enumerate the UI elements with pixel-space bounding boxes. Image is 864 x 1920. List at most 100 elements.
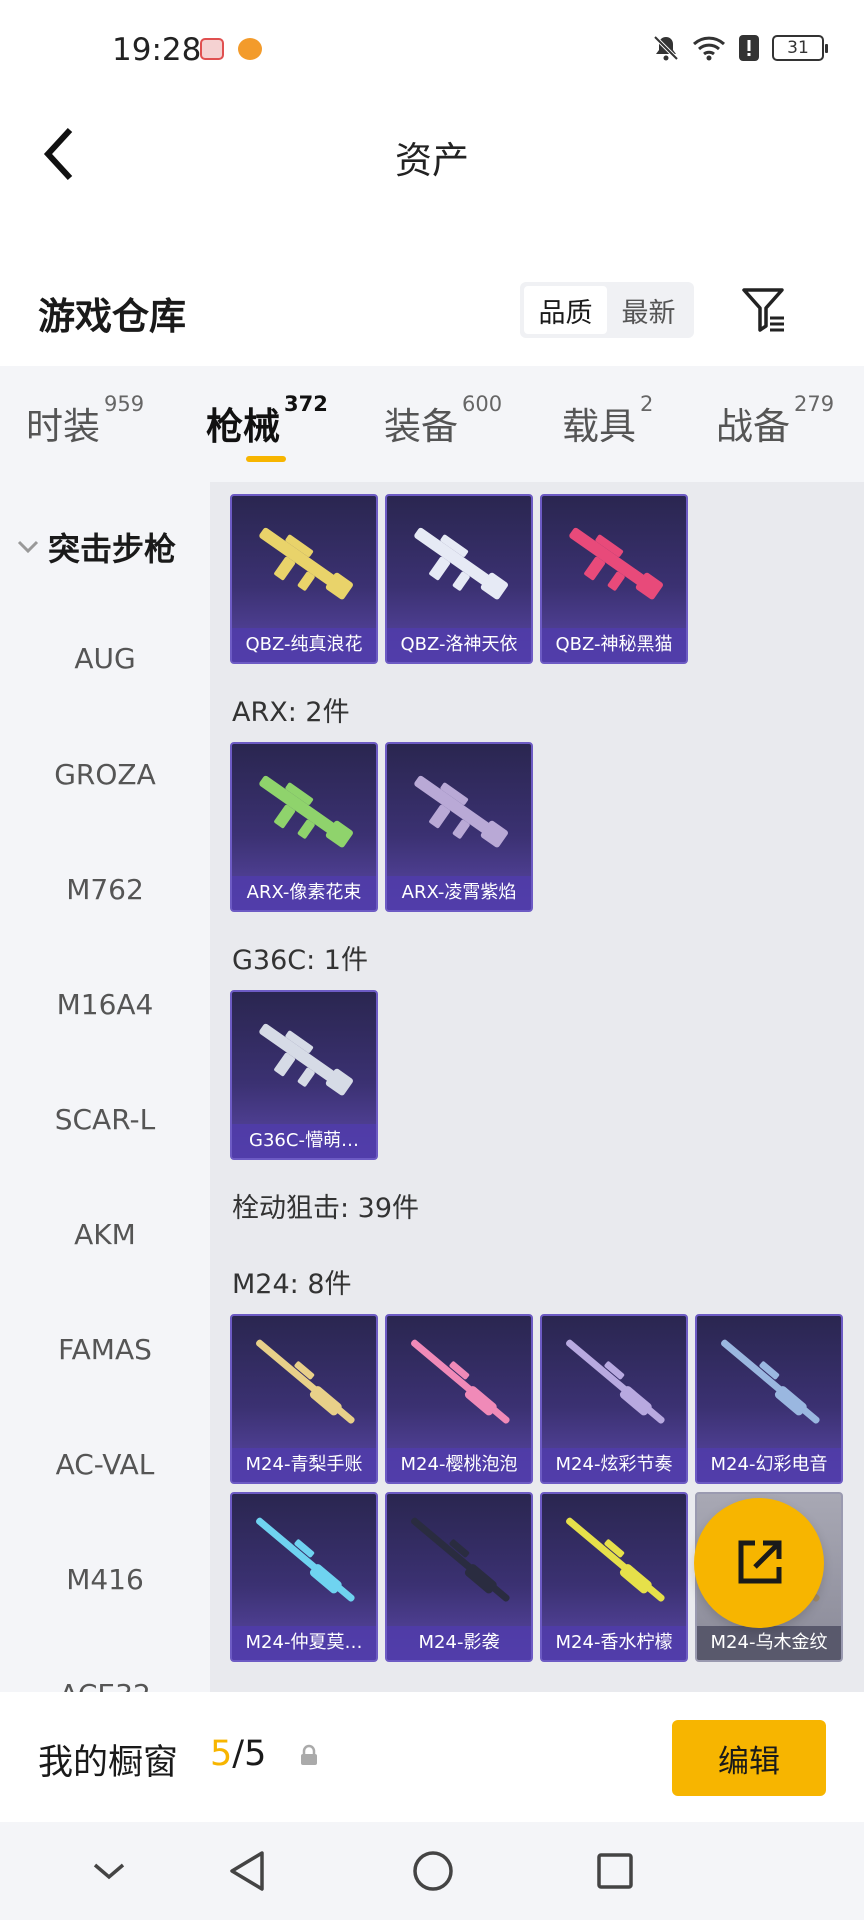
status-icons: 31 [652, 34, 828, 62]
weapon-card[interactable]: QBZ-纯真浪花 [230, 494, 378, 664]
lock-icon [301, 1744, 317, 1765]
sort-newest-button[interactable]: 最新 [607, 286, 690, 334]
weapon-card[interactable]: QBZ-洛神天依 [385, 494, 533, 664]
weapon-card[interactable]: M24-樱桃泡泡 [385, 1314, 533, 1484]
tab-supplies[interactable]: 战备279 [716, 392, 834, 450]
alert-icon [739, 35, 759, 61]
notification-app-icon [238, 38, 262, 60]
tab-count: 279 [794, 392, 835, 416]
mute-bell-icon [653, 35, 679, 61]
page-title: 资产 [395, 139, 469, 182]
weapon-card[interactable]: M24-香水柠檬 [540, 1492, 688, 1662]
sniper-rifle-icon [411, 1339, 510, 1424]
sniper-rifle-icon [566, 1339, 665, 1424]
sort-quality-button[interactable]: 品质 [524, 286, 607, 334]
sidebar-item-famas[interactable]: FAMAS [0, 1333, 210, 1366]
weapon-card-label: QBZ-神秘黑猫 [542, 628, 686, 662]
tab-active-indicator [246, 456, 286, 462]
tab-firearms[interactable]: 枪械372 [206, 392, 328, 450]
showcase-label: 我的橱窗 [38, 1743, 179, 1783]
weapon-card[interactable]: M24-幻彩电音 [695, 1314, 843, 1484]
weapon-card-label: M24-樱桃泡泡 [387, 1448, 531, 1482]
nav-back-button[interactable] [222, 1846, 272, 1896]
sidebar-item-ace32[interactable]: ACE32 [0, 1678, 210, 1692]
section-label-g36c: G36C: 1件 [232, 945, 368, 976]
weapon-card[interactable]: M24-青梨手账 [230, 1314, 378, 1484]
nav-collapse-button[interactable] [84, 1846, 134, 1896]
weapon-card[interactable]: QBZ-神秘黑猫 [540, 494, 688, 664]
sniper-rifle-icon [256, 1517, 355, 1602]
sniper-rifle-icon [721, 1339, 820, 1424]
sidebar-item-ac-val[interactable]: AC-VAL [0, 1448, 210, 1481]
filter-button[interactable] [736, 282, 792, 338]
rifle-icon [414, 775, 508, 848]
tab-equipment[interactable]: 装备600 [384, 392, 502, 450]
weapon-card-label: M24-香水柠檬 [542, 1626, 686, 1660]
tab-vehicles[interactable]: 载具2 [562, 392, 653, 450]
tab-label: 载具 [562, 405, 636, 448]
tab-fashion[interactable]: 时装959 [26, 392, 144, 450]
triangle-back-icon [230, 1851, 264, 1891]
tab-label: 枪械 [206, 405, 280, 448]
sidebar-category-assault-rifle[interactable]: 突击步枪 [16, 524, 176, 570]
weapon-card-label: G36C-懵萌… [232, 1124, 376, 1158]
tab-label: 战备 [716, 405, 790, 448]
warehouse-header: 游戏仓库 品质 最新 [0, 270, 864, 350]
share-fab-button[interactable] [694, 1498, 824, 1628]
chevron-down-icon [93, 1863, 125, 1880]
notification-app-icon [200, 38, 224, 60]
sniper-rifle-icon [256, 1339, 355, 1424]
assets-page: 19:28 31 资产 游戏仓库 品质 最新 时装959 枪械372 装备600… [0, 0, 864, 1920]
sidebar-item-akm[interactable]: AKM [0, 1218, 210, 1251]
sniper-rifle-icon [411, 1517, 510, 1602]
sidebar-item-aug[interactable]: AUG [0, 642, 210, 675]
sidebar-item-scar-l[interactable]: SCAR-L [0, 1103, 210, 1136]
weapon-card[interactable]: G36C-懵萌… [230, 990, 378, 1160]
weapon-card-label: QBZ-洛神天依 [387, 628, 531, 662]
sniper-rifle-icon [566, 1517, 665, 1602]
weapon-sidebar: 突击步枪 AUG GROZA M762 M16A4 SCAR-L AKM FAM… [0, 482, 210, 1692]
weapon-card[interactable]: M24-仲夏莫… [230, 1492, 378, 1662]
nav-home-button[interactable] [408, 1846, 458, 1896]
weapon-card[interactable]: ARX-凌霄紫焰 [385, 742, 533, 912]
sidebar-item-m416[interactable]: M416 [0, 1563, 210, 1596]
rifle-icon [259, 1023, 353, 1096]
weapon-card-label: M24-幻彩电音 [697, 1448, 841, 1482]
tab-count: 600 [462, 392, 503, 416]
weapon-card[interactable]: M24-影袭 [385, 1492, 533, 1662]
system-nav-bar [0, 1822, 864, 1920]
weapon-card[interactable]: ARX-像素花束 [230, 742, 378, 912]
nav-recents-button[interactable] [590, 1846, 640, 1896]
weapon-card-label: ARX-凌霄紫焰 [387, 876, 531, 910]
battery-indicator: 31 [772, 35, 828, 61]
share-icon [738, 1540, 782, 1584]
weapon-card-label: M24-青梨手账 [232, 1448, 376, 1482]
sidebar-item-m16a4[interactable]: M16A4 [0, 988, 210, 1021]
sort-toggle: 品质 最新 [520, 282, 694, 338]
weapon-card-label: M24-仲夏莫… [232, 1626, 376, 1660]
rifle-icon [259, 527, 353, 600]
tab-count: 959 [104, 392, 145, 416]
warehouse-title: 游戏仓库 [38, 295, 186, 338]
showcase-count: 5/5 [210, 1734, 266, 1774]
section-label-arx: ARX: 2件 [232, 697, 350, 728]
weapon-card-label: ARX-像素花束 [232, 876, 376, 910]
filter-icon [742, 288, 784, 332]
tab-count: 2 [640, 392, 654, 416]
section-label-m24: M24: 8件 [232, 1269, 352, 1300]
sidebar-item-groza[interactable]: GROZA [0, 758, 210, 791]
sidebar-item-m762[interactable]: M762 [0, 873, 210, 906]
rifle-icon [414, 527, 508, 600]
tab-count: 372 [284, 392, 328, 416]
weapon-card-label: M24-影袭 [387, 1626, 531, 1660]
status-bar: 19:28 31 [0, 0, 864, 100]
section-label-bolt-action: 栓动狙击: 39件 [232, 1193, 420, 1224]
tab-label: 时装 [26, 405, 100, 448]
wifi-icon [692, 36, 726, 61]
status-time: 19:28 [112, 32, 202, 68]
weapon-card-label: M24-乌木金纹 [697, 1626, 841, 1660]
edit-button[interactable]: 编辑 [672, 1720, 826, 1796]
tab-label: 装备 [384, 405, 458, 448]
weapon-card[interactable]: M24-炫彩节奏 [540, 1314, 688, 1484]
showcase-total: /5 [232, 1734, 267, 1774]
